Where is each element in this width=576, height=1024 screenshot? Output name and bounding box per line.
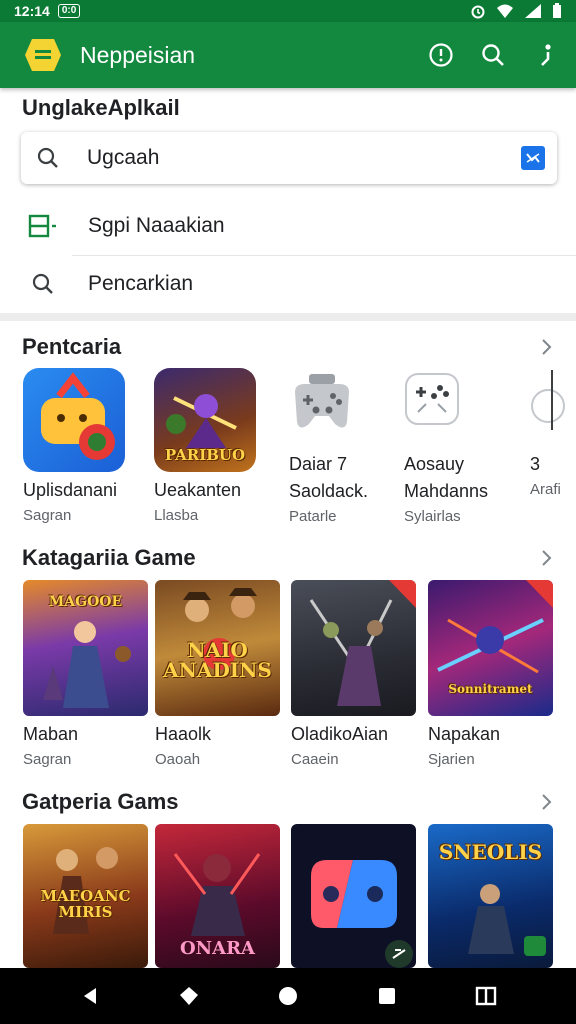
game-art-text: Sonnitramet [448, 682, 533, 696]
game-subtitle: Sjarien [428, 751, 475, 768]
home-shape-icon[interactable] [174, 981, 204, 1011]
game-title: OladikoAian [291, 724, 389, 744]
status-time: 12:14 [14, 3, 50, 19]
section-3-title: Gatperia Gams [22, 789, 179, 814]
search-section-heading: UnglakeAplkail [22, 95, 180, 120]
app-name: Uplisdanani [23, 480, 118, 500]
game-subtitle: Oaoah [155, 751, 201, 768]
layout-icon [28, 211, 58, 241]
app-icon-battle: PARIBUO [154, 368, 256, 472]
game-art: NAIO ANADINS [155, 580, 280, 716]
recents-icon[interactable] [372, 981, 402, 1011]
section-2-title: Katagariia Game [22, 545, 196, 570]
game-title: Napakan [428, 724, 501, 744]
game-art [291, 580, 416, 716]
status-bar: 12:14 0:0 [0, 0, 576, 22]
search-icon [37, 147, 58, 168]
app-subtitle: Patarle [289, 508, 337, 525]
game-title: Maban [23, 724, 79, 744]
game-card[interactable]: OladikoAian Caaein [291, 580, 416, 768]
game-art-text: ONARA [179, 938, 256, 959]
section-1-header[interactable]: Pentcaria [22, 334, 556, 360]
app-item[interactable]: 3 Arafi [530, 368, 576, 498]
game-art: ONARA [155, 824, 280, 968]
section-2-header[interactable]: Katagariia Game [22, 545, 556, 571]
game-art: Sonnitramet [428, 580, 553, 716]
status-badge: 0:0 [57, 4, 81, 18]
alarm-icon [471, 5, 485, 19]
game-card[interactable]: SNEOLIS [428, 824, 553, 968]
app-name-line2: Saoldack. [289, 481, 369, 501]
game-card[interactable]: MAGOOE Maban Sagran [23, 580, 148, 768]
game-art: SNEOLIS [428, 824, 553, 968]
section-3-header[interactable]: Gatperia Gams [22, 789, 556, 815]
game-subtitle: Caaein [291, 751, 339, 768]
option-row-1[interactable]: Sgpi Naaakian [0, 197, 576, 255]
app-art-text: PARIBUO [164, 446, 246, 464]
signal-icon [525, 4, 541, 18]
app-logo-icon[interactable] [24, 37, 62, 73]
chevron-right-icon[interactable] [536, 548, 556, 568]
section-divider [0, 313, 576, 321]
system-nav-bar [0, 968, 576, 1024]
app-name-line2: Mahdanns [404, 481, 489, 501]
chevron-right-icon[interactable] [536, 792, 556, 812]
app-title: Neppeisian [80, 41, 196, 68]
option-label-2: Pencarkian [88, 272, 194, 295]
partial-app-icon [530, 370, 576, 440]
battery-icon [553, 3, 561, 18]
game-art: MAEOANC MIRIS [23, 824, 148, 968]
search-icon[interactable] [478, 40, 508, 70]
game-art: MAGOOE [23, 580, 148, 716]
help-icon[interactable] [426, 40, 456, 70]
game-art [291, 824, 416, 968]
app-item[interactable]: PARIBUO Ueakanten Llasba [154, 368, 284, 524]
app-row: Uplisdanani Sagran PARIBUO Ueakanten Lla… [0, 368, 576, 528]
app-item[interactable]: Uplisdanani Sagran [23, 368, 153, 524]
game-card[interactable]: MAEOANC MIRIS [23, 824, 148, 968]
chevron-right-icon[interactable] [536, 337, 556, 357]
search-icon [28, 269, 58, 299]
option-row-2[interactable]: Pencarkian [0, 255, 576, 313]
app-item[interactable]: Aosauy Mahdanns Sylairlas [404, 368, 534, 525]
section-1-title: Pentcaria [22, 334, 122, 359]
app-icon-puzzle [23, 368, 125, 472]
game-card[interactable]: ONARA [155, 824, 280, 968]
app-name: Aosauy [404, 454, 465, 474]
gamepad-icon [289, 370, 359, 440]
image-search-icon[interactable] [521, 146, 545, 170]
game-art-text: NAIO ANADINS [163, 638, 272, 682]
game-card[interactable]: NAIO ANADINS Haaolk Oaoah [155, 580, 280, 768]
app-item[interactable]: Daiar 7 Saoldack. Patarle [289, 368, 419, 525]
controller-icon [404, 370, 474, 440]
app-subtitle: Sylairlas [404, 508, 461, 525]
game-title: Haaolk [155, 724, 212, 744]
app-name: 3 [530, 454, 541, 474]
game-art-text: MAEOANC MIRIS [40, 887, 131, 921]
search-input[interactable]: Ugcaah [21, 132, 557, 184]
app-name-line2: Arafi [530, 481, 561, 498]
game-subtitle: Sagran [23, 751, 72, 768]
app-subtitle: Llasba [154, 507, 199, 524]
app-subtitle: Sagran [23, 507, 72, 524]
more-options-icon[interactable] [530, 40, 560, 70]
home-icon[interactable] [273, 981, 303, 1011]
app-name: Ueakanten [154, 480, 242, 500]
split-screen-icon[interactable] [471, 981, 501, 1011]
app-name: Daiar 7 [289, 454, 348, 474]
game-card[interactable] [291, 824, 416, 968]
app-bar: Neppeisian [0, 22, 576, 88]
search-value[interactable]: Ugcaah [87, 146, 521, 170]
game-card[interactable]: Sonnitramet Napakan Sjarien [428, 580, 553, 768]
option-label-1: Sgpi Naaakian [88, 214, 225, 237]
back-icon[interactable] [75, 981, 105, 1011]
wifi-icon [497, 4, 513, 18]
